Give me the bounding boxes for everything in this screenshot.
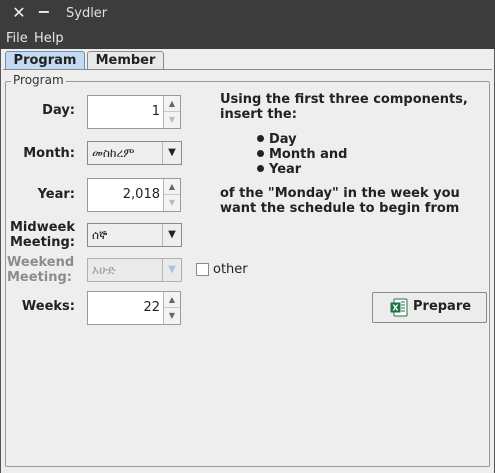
- day-spinner[interactable]: 1 ▲ ▼: [87, 95, 181, 129]
- year-spinner[interactable]: 2,018 ▲ ▼: [87, 178, 181, 212]
- weekend-label-line1: Weekend: [7, 255, 75, 270]
- chevron-down-icon[interactable]: ▼: [162, 259, 181, 281]
- program-group-legend: Program: [11, 73, 66, 87]
- tab-member[interactable]: Member: [87, 51, 164, 70]
- instructions-line3: of the "Monday" in the week you: [220, 186, 460, 201]
- weeks-increment-icon[interactable]: ▲: [164, 292, 180, 308]
- tab-divider: [3, 69, 492, 70]
- bullet-day: Day: [257, 132, 297, 147]
- prepare-label: Prepare: [413, 299, 472, 314]
- menu-help[interactable]: Help: [34, 31, 64, 46]
- day-decrement-icon[interactable]: ▼: [164, 112, 180, 128]
- minimize-icon[interactable]: −: [35, 4, 53, 22]
- midweek-label: Midweek Meeting:: [9, 220, 75, 250]
- instructions-line2: insert the:: [220, 107, 297, 122]
- bullet-icon: [257, 150, 264, 157]
- day-increment-icon[interactable]: ▲: [164, 96, 180, 112]
- midweek-value: ሰኞ: [92, 228, 108, 242]
- bullet-year: Year: [257, 162, 301, 177]
- day-spinner-buttons: ▲ ▼: [163, 96, 180, 128]
- chevron-down-icon[interactable]: ▼: [162, 142, 181, 164]
- year-spinner-buttons: ▲ ▼: [163, 179, 180, 211]
- bullet-icon: [257, 135, 264, 142]
- chevron-down-icon[interactable]: ▼: [162, 224, 181, 246]
- close-icon[interactable]: ✕: [10, 4, 28, 22]
- year-label: Year:: [37, 187, 75, 202]
- instructions-line4: want the schedule to begin from: [220, 201, 460, 216]
- year-increment-icon[interactable]: ▲: [164, 179, 180, 195]
- window-title: Sydler: [66, 6, 108, 21]
- bullet-month-label: Month and: [269, 147, 348, 162]
- bullet-month: Month and: [257, 147, 347, 162]
- excel-icon: X: [390, 298, 408, 317]
- weeks-decrement-icon[interactable]: ▼: [164, 308, 180, 324]
- other-checkbox[interactable]: [196, 263, 209, 276]
- day-value: 1: [151, 104, 160, 119]
- tab-program[interactable]: Program: [5, 51, 85, 70]
- title-bar: ✕ − Sydler: [0, 0, 495, 29]
- weeks-label: Weeks:: [21, 299, 75, 314]
- midweek-label-line2: Meeting:: [10, 235, 75, 250]
- midweek-label-line1: Midweek: [10, 220, 75, 235]
- prepare-button[interactable]: X Prepare: [372, 292, 487, 323]
- menu-file[interactable]: File: [6, 31, 28, 46]
- weekend-value: እሁድ: [92, 263, 116, 277]
- weekend-combo[interactable]: እሁድ ▼: [87, 258, 182, 282]
- weekend-label: Weekend Meeting:: [7, 255, 75, 285]
- month-value: መስከረም: [92, 146, 135, 160]
- day-label: Day:: [42, 103, 75, 118]
- weeks-spinner-buttons: ▲ ▼: [163, 292, 180, 324]
- svg-text:X: X: [392, 304, 399, 313]
- year-value: 2,018: [122, 187, 160, 202]
- other-label[interactable]: other: [213, 262, 248, 277]
- midweek-combo[interactable]: ሰኞ ▼: [87, 223, 182, 247]
- weeks-value: 22: [143, 300, 160, 315]
- instructions-line1: Using the first three components,: [220, 92, 468, 107]
- bullet-year-label: Year: [269, 162, 302, 177]
- main-window: Program Member Program Day: 1 ▲ ▼ Month:…: [0, 49, 495, 473]
- year-decrement-icon[interactable]: ▼: [164, 195, 180, 211]
- bullet-day-label: Day: [269, 132, 297, 147]
- month-label: Month:: [23, 146, 75, 161]
- bullet-icon: [257, 165, 264, 172]
- weeks-spinner[interactable]: 22 ▲ ▼: [87, 291, 181, 325]
- menu-bar: File Help: [0, 29, 495, 49]
- weekend-label-line2: Meeting:: [7, 270, 72, 285]
- month-combo[interactable]: መስከረም ▼: [87, 141, 182, 165]
